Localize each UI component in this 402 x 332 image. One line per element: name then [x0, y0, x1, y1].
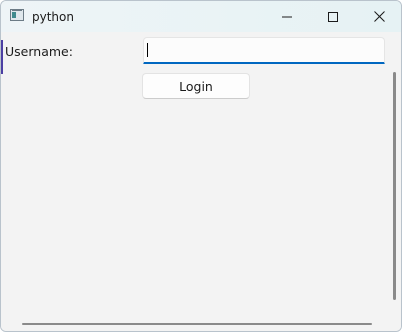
- app-icon: [10, 9, 24, 21]
- login-button[interactable]: Login: [142, 73, 250, 99]
- close-icon: [373, 11, 385, 22]
- username-input[interactable]: [144, 38, 384, 62]
- horizontal-scrollbar[interactable]: [22, 323, 372, 325]
- vertical-scrollbar[interactable]: [393, 72, 396, 300]
- username-label: Username:: [5, 44, 73, 59]
- title-bar[interactable]: python: [1, 1, 401, 32]
- app-window: python Username: Login: [0, 0, 402, 332]
- text-caret: [147, 43, 148, 57]
- minimize-button[interactable]: [264, 1, 310, 32]
- focus-indicator: [1, 40, 3, 74]
- maximize-icon: [328, 11, 338, 22]
- login-button-label: Login: [179, 78, 213, 94]
- maximize-button[interactable]: [310, 1, 356, 32]
- main-content: Username: Login: [1, 32, 401, 331]
- window-title: python: [32, 10, 74, 24]
- minimize-icon: [282, 16, 292, 17]
- username-input-frame[interactable]: [143, 37, 385, 64]
- close-button[interactable]: [356, 1, 401, 32]
